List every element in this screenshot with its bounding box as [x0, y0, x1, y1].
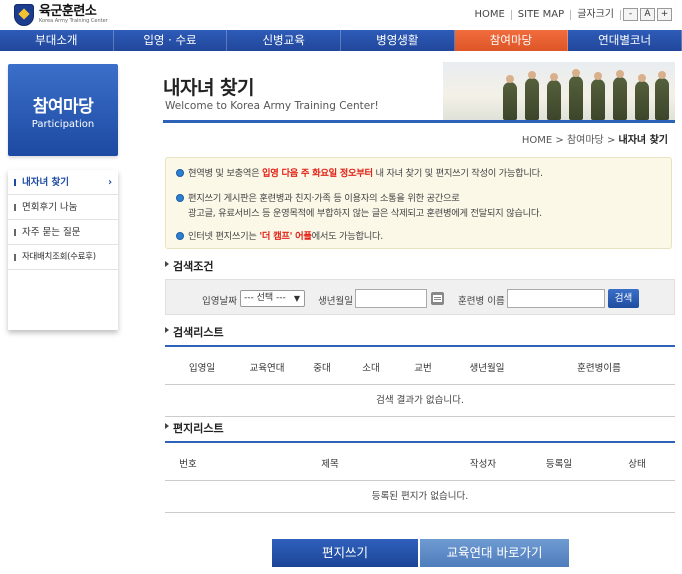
utility-links: HOME SITE MAP 글자크기 - A +: [468, 8, 672, 21]
column-header: 소대: [362, 363, 380, 374]
notice-line: 현역병 및 보충역은 입영 다음 주 화요일 정오부터 내 자녀 찾기 및 편지…: [176, 166, 543, 181]
nav-item-unit-intro[interactable]: 부대소개: [0, 30, 114, 51]
sidebar-item-label: 내자녀 찾기: [22, 177, 70, 188]
table-header: 번호 제목 작성자 등록일 상태: [165, 443, 675, 481]
main-nav: 부대소개 입영 · 수료 신병교육 병영생활 참여마당 연대별코너: [0, 30, 682, 51]
column-header: 입영일: [188, 363, 216, 374]
sidebar-item-unit-assignment[interactable]: 자대배치조회(수료후): [8, 245, 118, 270]
column-header: 상태: [628, 459, 646, 470]
breadcrumb-separator: >: [606, 135, 616, 146]
results-section-title: 검색리스트: [165, 324, 224, 340]
enlist-date-select[interactable]: --- 선택 --- ▼: [240, 290, 305, 307]
nav-item-barracks-life[interactable]: 병영생활: [341, 30, 455, 51]
enlist-date-label: 입영날짜: [202, 296, 237, 307]
sidebar-item-visit-reviews[interactable]: 면회후기 나눔: [8, 195, 118, 220]
chevron-right-icon: ›: [108, 177, 112, 188]
search-button[interactable]: 검색: [608, 289, 639, 308]
font-reset-button[interactable]: A: [640, 8, 655, 21]
goto-regiment-button[interactable]: 교육연대 바로가기: [420, 539, 569, 567]
font-increase-button[interactable]: +: [657, 8, 672, 21]
nav-item-enlistment[interactable]: 입영 · 수료: [114, 30, 228, 51]
column-header: 생년월일: [469, 363, 505, 374]
empty-message: 등록된 편지가 없습니다.: [165, 481, 675, 513]
font-decrease-button[interactable]: -: [623, 8, 638, 21]
title-divider: [163, 120, 675, 123]
header-banner-image: [443, 62, 675, 120]
chevron-down-icon: ▼: [293, 294, 300, 303]
sidebar-menu: 내자녀 찾기 › 면회후기 나눔 자주 묻는 질문 자대배치조회(수료후): [8, 170, 118, 330]
birth-date-input[interactable]: [355, 289, 427, 308]
page-subtitle: Welcome to Korea Army Training Center!: [165, 100, 379, 112]
pin-icon: [176, 232, 184, 240]
page-title: 내자녀 찾기: [163, 77, 255, 99]
breadcrumb-separator: >: [555, 135, 564, 146]
font-size-label: 글자크기: [571, 9, 621, 20]
column-header: 훈련병이름: [577, 363, 621, 374]
breadcrumb-parent[interactable]: 참여마당: [567, 135, 604, 146]
column-header: 교번: [414, 363, 432, 374]
notice-box: 현역병 및 보충역은 입영 다음 주 화요일 정오부터 내 자녀 찾기 및 편지…: [165, 157, 672, 249]
top-bar: 육군훈련소 Korea Army Training Center HOME SI…: [0, 0, 682, 30]
search-form: 입영날짜 --- 선택 --- ▼ 생년월일 훈련병 이름 검색: [165, 279, 675, 315]
empty-message: 검색 결과가 없습니다.: [165, 385, 675, 417]
logo-subtitle: Korea Army Training Center: [39, 18, 108, 24]
breadcrumb: HOME > 참여마당 > 내자녀 찾기: [522, 131, 668, 146]
site-logo[interactable]: 육군훈련소 Korea Army Training Center: [14, 4, 108, 26]
sitemap-link[interactable]: SITE MAP: [512, 9, 572, 20]
results-table: 입영일 교육연대 중대 소대 교번 생년월일 훈련병이름 검색 결과가 없습니다…: [165, 345, 675, 417]
pin-icon: [176, 169, 184, 177]
trainee-name-label: 훈련병 이름: [458, 296, 505, 307]
sidebar-item-find-child[interactable]: 내자녀 찾기 ›: [8, 170, 118, 195]
pin-icon: [176, 194, 184, 202]
table-header: 입영일 교육연대 중대 소대 교번 생년월일 훈련병이름: [165, 347, 675, 385]
sidebar-subtitle: Participation: [31, 119, 95, 130]
column-header: 번호: [179, 459, 197, 470]
letters-section-title: 편지리스트: [165, 420, 224, 436]
nav-item-participation[interactable]: 참여마당: [454, 30, 569, 51]
sidebar-item-label: 면회후기 나눔: [22, 202, 78, 213]
breadcrumb-current: 내자녀 찾기: [618, 135, 668, 146]
write-letter-button[interactable]: 편지쓰기: [272, 539, 418, 567]
sidebar-item-faq[interactable]: 자주 묻는 질문: [8, 220, 118, 245]
nav-item-regiment-corner[interactable]: 연대별코너: [568, 30, 682, 51]
calendar-icon[interactable]: [431, 292, 444, 305]
sidebar-title: 참여마당: [32, 97, 94, 117]
column-header: 교육연대: [249, 363, 285, 374]
nav-item-recruit-training[interactable]: 신병교육: [227, 30, 341, 51]
logo-title: 육군훈련소: [39, 4, 97, 19]
notice-line: 편지쓰기 게시판은 훈련병과 친지·가족 등 이용자의 소통을 위한 공간으로: [176, 191, 460, 206]
sidebar-item-label: 자주 묻는 질문: [22, 227, 81, 238]
birth-date-label: 생년월일: [318, 296, 353, 307]
letters-table: 번호 제목 작성자 등록일 상태 등록된 편지가 없습니다.: [165, 441, 675, 513]
sidebar-item-label: 자대배치조회(수료후): [22, 252, 96, 262]
army-emblem-icon: [14, 4, 34, 26]
column-header: 작성자: [469, 459, 497, 470]
notice-line: 인터넷 편지쓰기는 '더 캠프' 어플에서도 가능합니다.: [176, 229, 383, 244]
sidebar-header: 참여마당 Participation: [8, 64, 118, 156]
column-header: 제목: [321, 459, 339, 470]
search-section-title: 검색조건: [165, 258, 213, 274]
breadcrumb-home[interactable]: HOME: [522, 135, 552, 146]
column-header: 등록일: [545, 459, 573, 470]
trainee-name-input[interactable]: [507, 289, 605, 308]
column-header: 중대: [313, 363, 331, 374]
notice-line: 광고글, 유료서비스 등 운영목적에 부합하지 않는 글은 삭제되고 훈련병에게…: [188, 208, 542, 219]
home-link[interactable]: HOME: [468, 9, 512, 20]
